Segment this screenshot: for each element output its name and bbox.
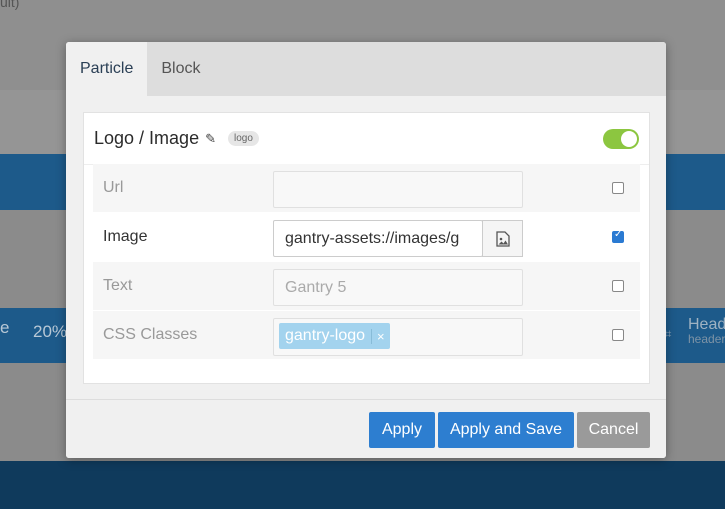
css-class-tag-label: gantry-logo — [285, 327, 366, 344]
particle-card: Logo / Image ✎ logo Url Image gantry-ass… — [83, 112, 650, 384]
text-override-checkbox[interactable] — [612, 280, 624, 292]
card-header: Logo / Image ✎ logo — [84, 113, 649, 165]
image-picker-button[interactable] — [482, 220, 523, 257]
cancel-button[interactable]: Cancel — [577, 412, 650, 448]
row-text: Text Gantry 5 — [93, 262, 640, 311]
image-label: Image — [103, 228, 148, 245]
text-label: Text — [103, 277, 133, 294]
row-image: Image gantry-assets://images/g — [93, 213, 640, 262]
css-classes-label: CSS Classes — [103, 326, 198, 343]
css-class-tag: gantry-logo × — [279, 323, 390, 349]
modal-tabs: Particle Block — [66, 42, 666, 96]
tab-block[interactable]: Block — [147, 42, 214, 96]
apply-and-save-button[interactable]: Apply and Save — [438, 412, 574, 448]
css-classes-override-checkbox[interactable] — [612, 329, 624, 341]
tab-block-label: Block — [161, 60, 201, 77]
settings-rows: Url Image gantry-assets://images/g Text — [93, 164, 640, 360]
url-label: Url — [103, 179, 124, 196]
tab-particle-label: Particle — [80, 60, 134, 77]
tag-remove-icon[interactable]: × — [371, 328, 390, 344]
bg-block-name: Head — [688, 316, 725, 333]
modal-footer: Apply Apply and Save Cancel — [66, 399, 666, 458]
particle-type-badge: logo — [227, 131, 259, 146]
bg-block-title: Head header — [688, 316, 725, 347]
bg-top-text: ult) — [0, 0, 20, 10]
particle-modal: Particle Block Logo / Image ✎ logo Url I… — [66, 42, 666, 458]
image-input[interactable]: gantry-assets://images/g — [273, 220, 483, 257]
particle-title[interactable]: Logo / Image — [94, 128, 199, 149]
image-override-checkbox[interactable] — [612, 229, 624, 243]
image-icon — [495, 230, 510, 247]
bg-block-sub: header — [688, 332, 725, 346]
bg-percent: 20% — [33, 322, 68, 341]
url-input[interactable] — [273, 171, 523, 208]
url-override-checkbox[interactable] — [612, 182, 624, 194]
bg-footer-band — [0, 461, 725, 509]
row-css-classes: CSS Classes gantry-logo × — [93, 311, 640, 360]
apply-button[interactable]: Apply — [369, 412, 435, 448]
bg-left-text: e — [0, 318, 10, 337]
tab-particle[interactable]: Particle — [66, 42, 148, 96]
enable-toggle[interactable] — [603, 129, 639, 149]
text-input[interactable]: Gantry 5 — [273, 269, 523, 306]
pencil-icon[interactable]: ✎ — [205, 131, 216, 147]
row-url: Url — [93, 164, 640, 213]
